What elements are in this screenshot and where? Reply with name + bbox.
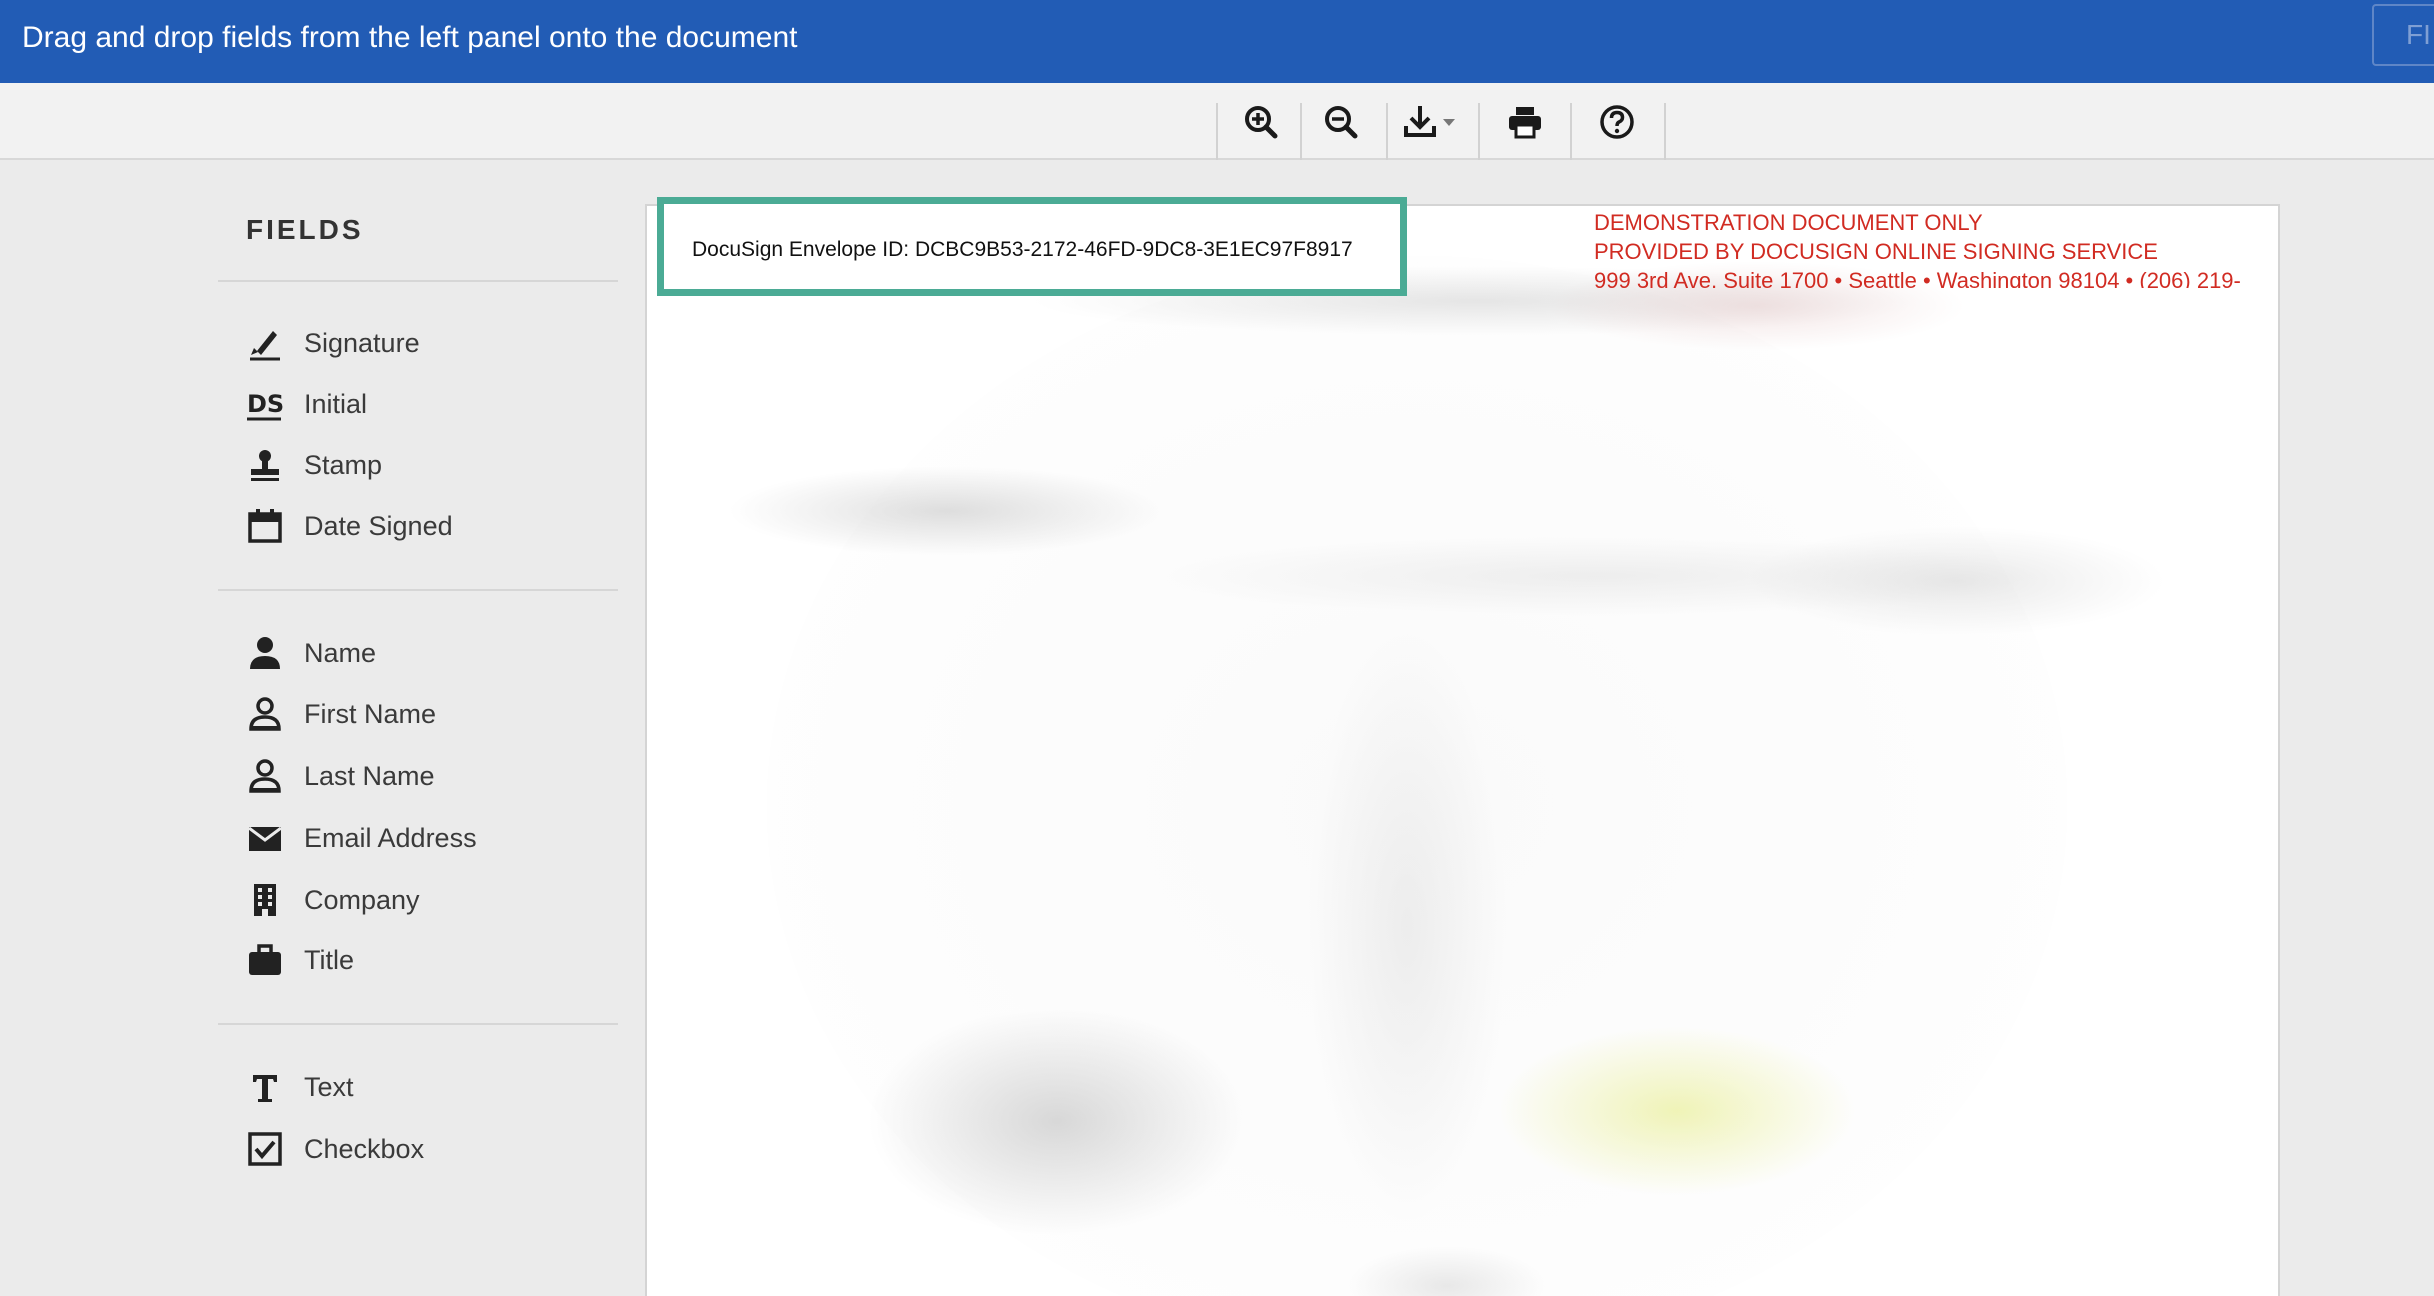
blurred-document-content bbox=[1307, 626, 1507, 1226]
field-name[interactable]: Name bbox=[246, 633, 376, 673]
stamp-icon bbox=[246, 446, 284, 484]
field-signature[interactable]: Signature bbox=[246, 323, 420, 363]
field-label: Stamp bbox=[304, 449, 383, 480]
field-label: Initial bbox=[304, 388, 368, 419]
text-t-icon bbox=[246, 1068, 284, 1106]
download-icon bbox=[1404, 106, 1455, 137]
envelope-icon bbox=[246, 819, 284, 857]
zoom-out-icon bbox=[1325, 106, 1358, 139]
field-label: Email Address bbox=[304, 822, 477, 853]
initial-ds-icon: DS bbox=[246, 385, 284, 423]
help-button[interactable] bbox=[1592, 101, 1642, 143]
blurred-document-content bbox=[1747, 526, 2167, 636]
building-icon bbox=[246, 881, 284, 919]
field-initial[interactable]: DS Initial bbox=[246, 384, 367, 424]
field-label: First Name bbox=[304, 698, 437, 729]
demo-line: PROVIDED BY DOCUSIGN ONLINE SIGNING SERV… bbox=[1594, 239, 2158, 264]
field-company[interactable]: Company bbox=[246, 880, 420, 920]
toolbar-separator bbox=[1664, 103, 1666, 160]
field-label: Text bbox=[304, 1071, 354, 1102]
field-first-name[interactable]: First Name bbox=[246, 694, 436, 734]
top-header-bar: Drag and drop fields from the left panel… bbox=[0, 0, 2434, 83]
panel-divider bbox=[218, 589, 618, 591]
person-outline-icon bbox=[246, 695, 284, 733]
print-icon bbox=[1509, 107, 1541, 139]
field-checkbox[interactable]: Checkbox bbox=[246, 1129, 424, 1169]
envelope-id-text: DocuSign Envelope ID: DCBC9B53-2172-46FD… bbox=[692, 238, 1353, 261]
instruction-text: Drag and drop fields from the left panel… bbox=[22, 21, 798, 54]
toolbar-separator bbox=[1386, 103, 1388, 160]
signature-icon bbox=[246, 324, 284, 362]
field-label: Title bbox=[304, 944, 355, 975]
toolbar-separator bbox=[1300, 103, 1302, 160]
toolbar-separator bbox=[1216, 103, 1218, 160]
blurred-document-content bbox=[867, 1006, 1247, 1236]
blurred-document-content bbox=[727, 466, 1167, 556]
envelope-id-highlight: DocuSign Envelope ID: DCBC9B53-2172-46FD… bbox=[657, 197, 1407, 296]
checkbox-icon bbox=[246, 1130, 284, 1168]
person-outline-icon bbox=[246, 757, 284, 795]
field-text[interactable]: Text bbox=[246, 1067, 354, 1107]
document-toolbar bbox=[0, 83, 2434, 160]
demo-watermark: DEMONSTRATION DOCUMENT ONLY PROVIDED BY … bbox=[1594, 208, 2278, 296]
fields-panel-title: FIELDS bbox=[246, 214, 364, 245]
field-title[interactable]: Title bbox=[246, 940, 354, 980]
field-stamp[interactable]: Stamp bbox=[246, 445, 382, 485]
field-date-signed[interactable]: Date Signed bbox=[246, 506, 453, 546]
field-last-name[interactable]: Last Name bbox=[246, 756, 435, 796]
demo-line: 999 3rd Ave, Suite 1700 • Seattle • Wash… bbox=[1594, 268, 2241, 288]
blurred-document-content bbox=[1497, 1026, 1857, 1196]
zoom-in-button[interactable] bbox=[1236, 101, 1286, 143]
field-label: Checkbox bbox=[304, 1133, 425, 1164]
zoom-out-button[interactable] bbox=[1316, 101, 1366, 143]
download-button[interactable] bbox=[1400, 101, 1466, 143]
panel-divider bbox=[218, 1023, 618, 1025]
zoom-in-icon bbox=[1245, 106, 1278, 139]
person-icon bbox=[246, 634, 284, 672]
toolbar-separator bbox=[1478, 103, 1480, 160]
svg-text:DS: DS bbox=[247, 390, 284, 418]
help-icon bbox=[1600, 105, 1634, 139]
panel-divider bbox=[218, 280, 618, 282]
calendar-icon bbox=[246, 507, 284, 545]
field-label: Last Name bbox=[304, 760, 435, 791]
document-page[interactable] bbox=[645, 204, 2280, 1296]
field-label: Date Signed bbox=[304, 510, 453, 541]
demo-line: DEMONSTRATION DOCUMENT ONLY bbox=[1594, 210, 1983, 235]
finish-button[interactable]: FI bbox=[2372, 4, 2434, 66]
briefcase-icon bbox=[246, 941, 284, 979]
toolbar-separator bbox=[1570, 103, 1572, 160]
field-label: Company bbox=[304, 884, 420, 915]
print-button[interactable] bbox=[1500, 101, 1550, 143]
field-label: Signature bbox=[304, 327, 420, 358]
field-label: Name bbox=[304, 637, 377, 668]
field-email-address[interactable]: Email Address bbox=[246, 818, 477, 858]
